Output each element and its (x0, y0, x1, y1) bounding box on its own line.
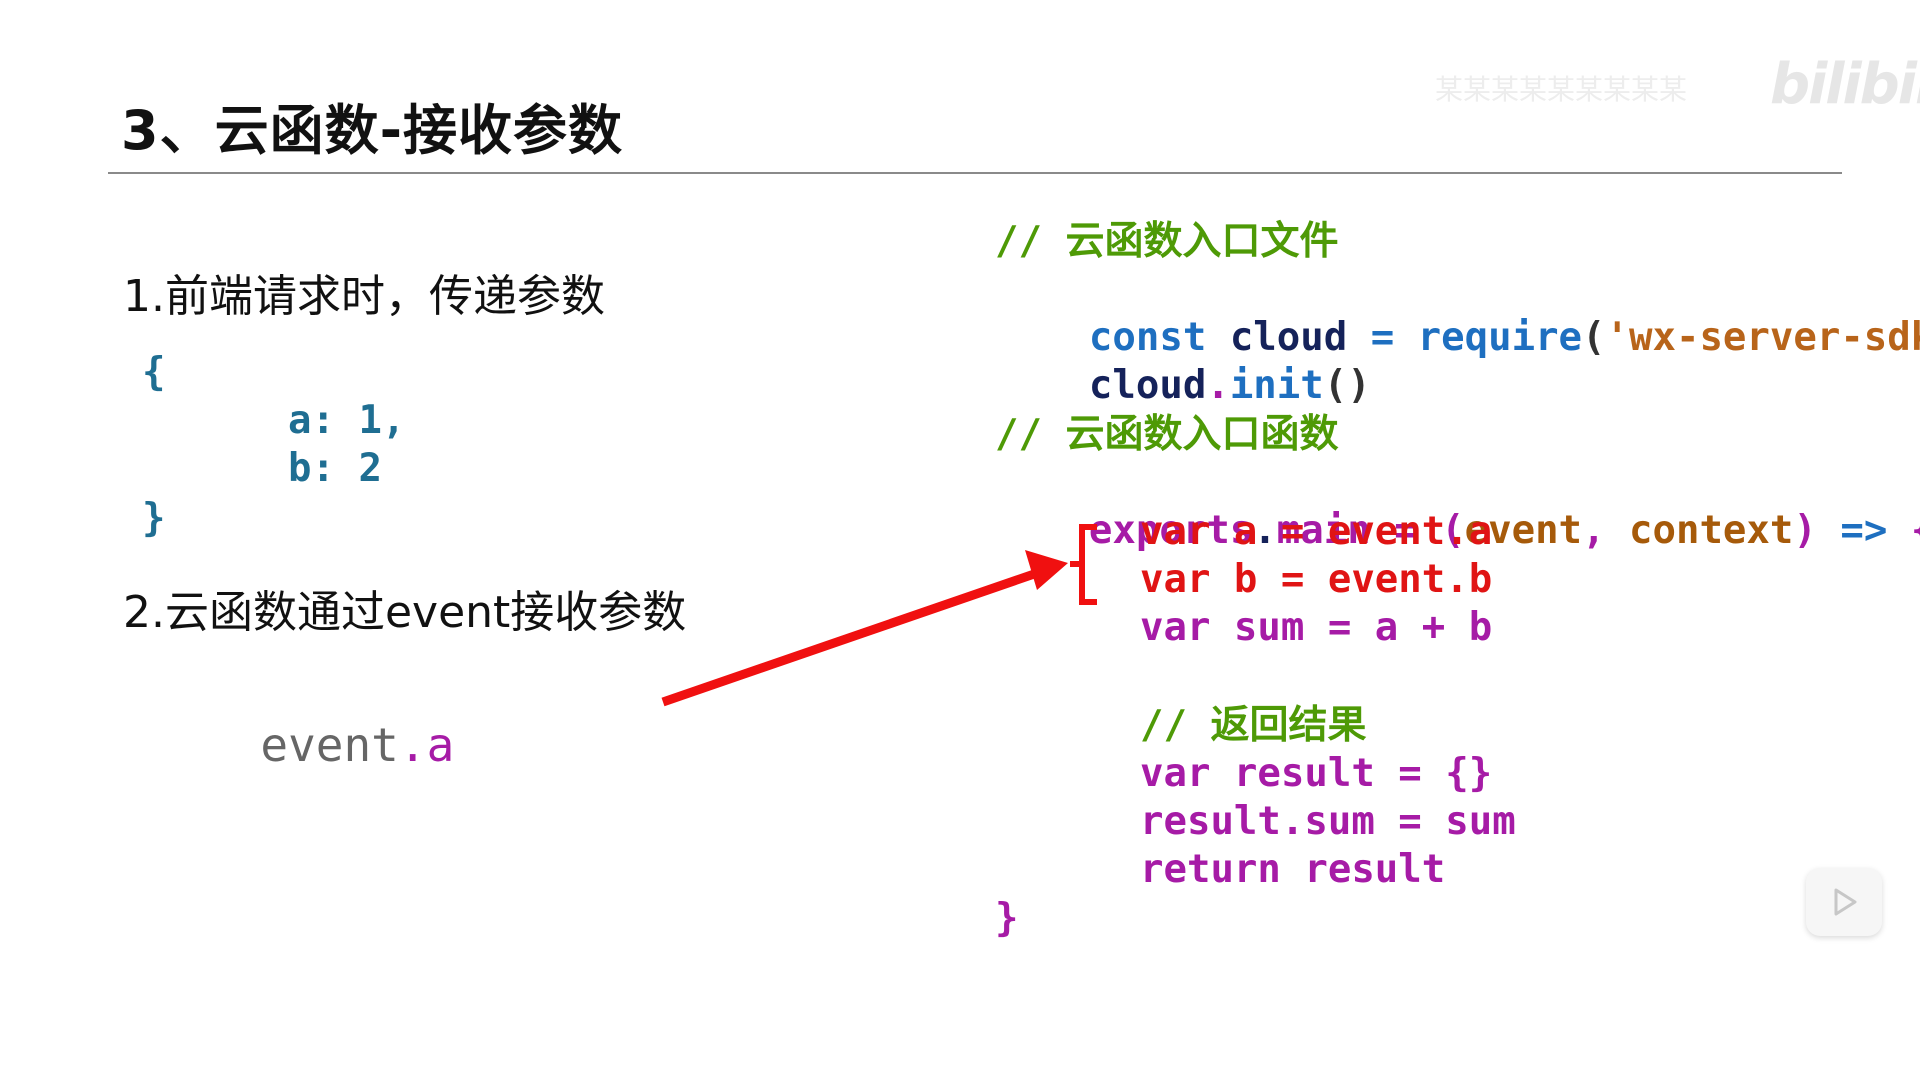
bilibili-logo: bilibili (1770, 52, 1920, 117)
watermark: 某某某某某某某某某 bilibili (1435, 52, 1920, 117)
params-close-brace: } (142, 496, 166, 541)
open-brace: { (1911, 508, 1920, 553)
require-line: const cloud = require('wx-server-sdk') (995, 266, 1920, 360)
context-param: context (1629, 508, 1794, 553)
arrow-operator: => (1840, 508, 1888, 553)
cloud-object: cloud (1088, 363, 1207, 408)
require-function: require (1417, 315, 1583, 360)
comma: , (1582, 508, 1606, 553)
annotation-arrow-line (661, 567, 1042, 707)
init-line: cloud.init() (995, 314, 1371, 408)
var-a-line: var a = event.a (1140, 509, 1493, 554)
call-parens: () (1323, 363, 1371, 408)
step-1-label: 1.前端请求时，传递参数 (123, 271, 605, 322)
title-divider (108, 172, 1842, 174)
cloud-function-code: // 云函数入口文件 const cloud = require('wx-ser… (995, 218, 1920, 948)
close-paren: ) (1793, 508, 1817, 553)
sdk-string: 'wx-server-sdk' (1605, 315, 1920, 360)
comment-return-result: // 返回结果 (1140, 703, 1367, 748)
closing-brace: } (995, 896, 1019, 941)
slide-title: 3、云函数-接收参数 (121, 99, 623, 162)
equals-operator: = (1370, 315, 1395, 360)
params-b-line: b: 2 (288, 446, 382, 491)
member-dot: . (1206, 363, 1230, 408)
event-object: event (260, 718, 399, 772)
init-function: init (1229, 363, 1324, 408)
play-icon (1834, 888, 1857, 916)
play-button[interactable] (1806, 868, 1882, 936)
event-a-reference: event.a (205, 664, 454, 772)
return-line: return result (1140, 847, 1446, 892)
watermark-text: 某某某某某某某某某 (1435, 73, 1688, 106)
params-a-line: a: 1, (288, 398, 406, 443)
var-result-line: var result = {} (1140, 751, 1493, 796)
var-sum-line: var sum = a + b (1140, 605, 1493, 650)
open-paren: ( (1582, 315, 1606, 360)
comment-entry-file: // 云函数入口文件 (995, 219, 1339, 264)
params-open-brace: { (142, 350, 166, 395)
exports-main-line: exports.main = (event, context) => { (995, 459, 1920, 553)
event-property: .a (398, 718, 455, 772)
result-sum-line: result.sum = sum (1140, 799, 1516, 844)
params-code-block: { a: 1, b: 2 } (142, 350, 442, 550)
comment-entry-function: // 云函数入口函数 (995, 412, 1339, 457)
var-b-line: var b = event.b (1140, 557, 1493, 602)
step-2-label: 2.云函数通过event接收参数 (123, 587, 687, 638)
